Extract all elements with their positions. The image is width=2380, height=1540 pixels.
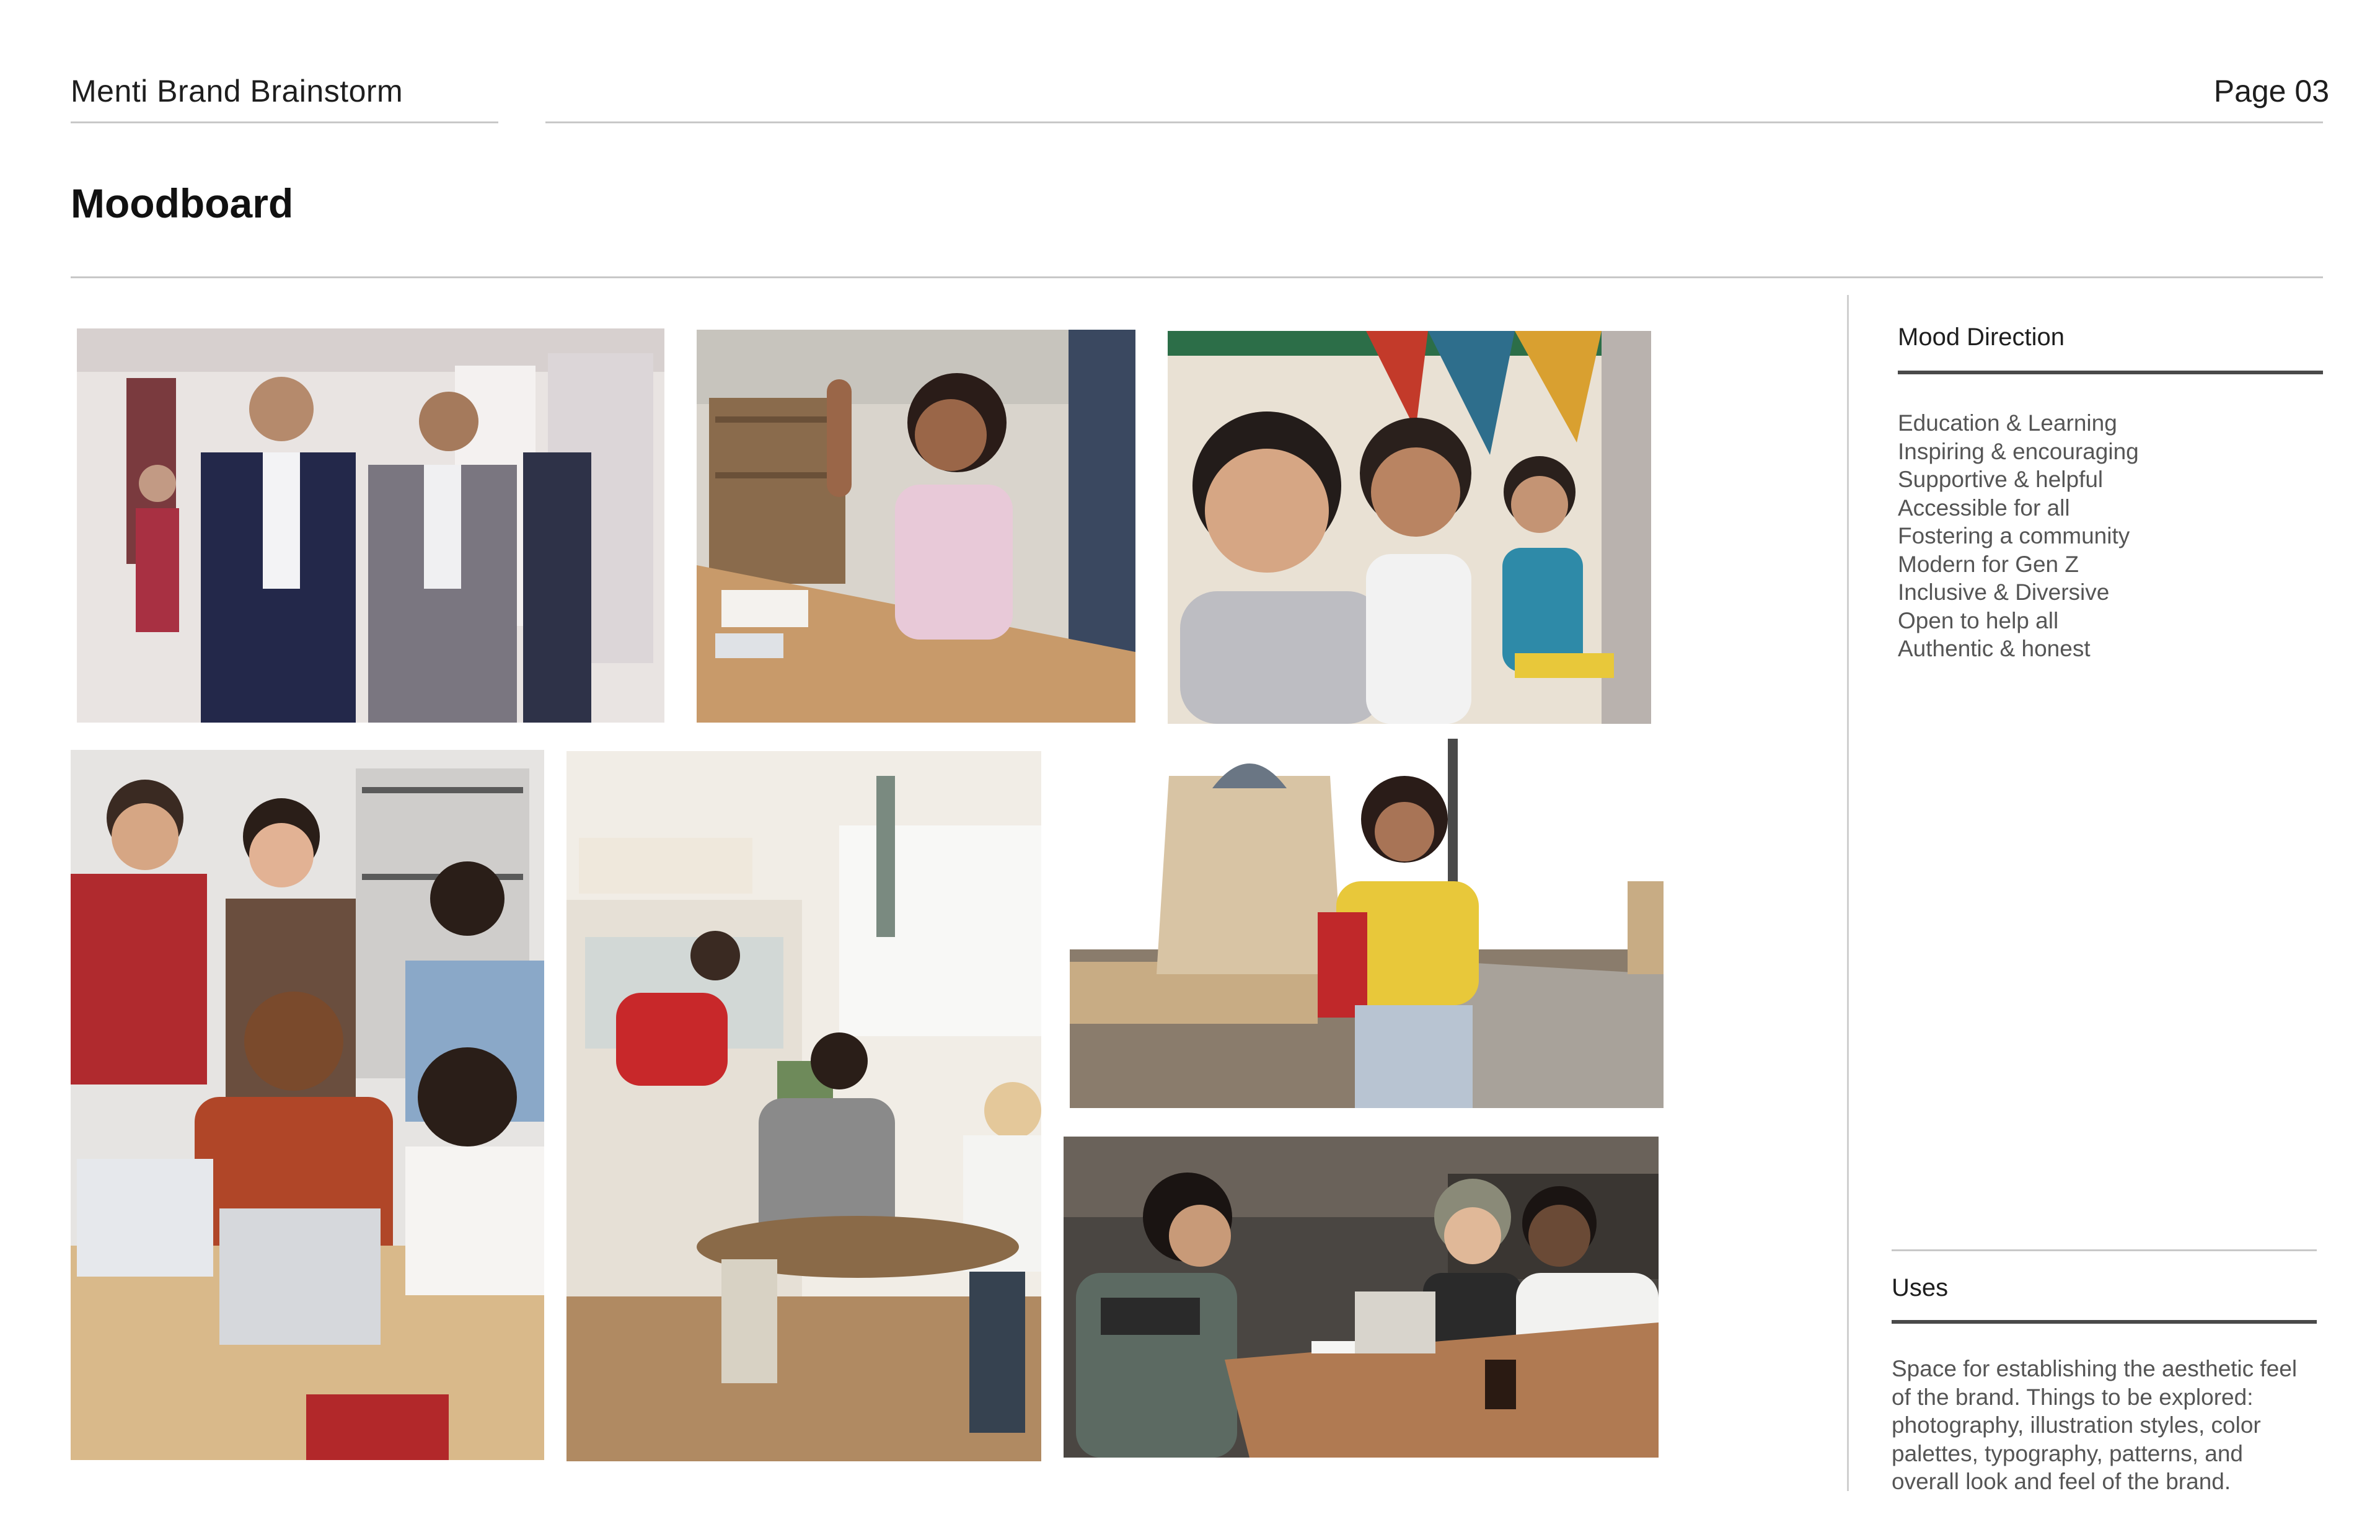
photo-cafe-study-group (566, 751, 1041, 1461)
photo-classroom-smiling (1168, 331, 1651, 724)
header-divider-left (71, 121, 498, 123)
list-item: Modern for Gen Z (1898, 551, 2079, 577)
uses-line: of the brand. Things to be explored: (1892, 1384, 2254, 1410)
photo-girl-raising-hand (697, 330, 1135, 723)
uses-top-divider (1892, 1249, 2317, 1251)
list-item: Fostering a community (1898, 523, 2130, 548)
section-divider (71, 276, 2323, 278)
uses-line: overall look and feel of the brand. (1892, 1469, 2231, 1494)
photo-student-with-books (1070, 739, 1664, 1108)
mood-direction-list: Education & Learning Inspiring & encoura… (1898, 409, 2139, 663)
photo-students-hallway (77, 328, 664, 723)
uses-description: Space for establishing the aesthetic fee… (1892, 1355, 2319, 1496)
uses-heading: Uses (1892, 1274, 1949, 1301)
list-item: Accessible for all (1898, 495, 2070, 521)
mood-direction-heading: Mood Direction (1898, 323, 2065, 351)
list-item: Authentic & honest (1898, 636, 2091, 661)
list-item: Inspiring & encouraging (1898, 438, 2139, 464)
list-item: Inclusive & Diversive (1898, 579, 2110, 605)
list-item: Education & Learning (1898, 410, 2117, 436)
uses-line: palettes, typography, patterns, and (1892, 1440, 2244, 1466)
uses-line: Space for establishing the aesthetic fee… (1892, 1356, 2298, 1381)
mood-direction-rule (1898, 371, 2323, 374)
sidebar-divider (1847, 295, 1849, 1491)
section-title: Moodboard (71, 180, 294, 226)
list-item: Supportive & helpful (1898, 467, 2104, 492)
list-item: Open to help all (1898, 607, 2059, 633)
document-title: Menti Brand Brainstorm (71, 74, 403, 108)
photo-students-notebook-laptop (1064, 1137, 1659, 1458)
uses-line: photography, illustration styles, color (1892, 1412, 2261, 1438)
page-number: Page 03 (2213, 74, 2329, 108)
uses-rule (1892, 1320, 2317, 1324)
header-divider-right (545, 121, 2323, 123)
photo-group-laptops (71, 750, 544, 1460)
